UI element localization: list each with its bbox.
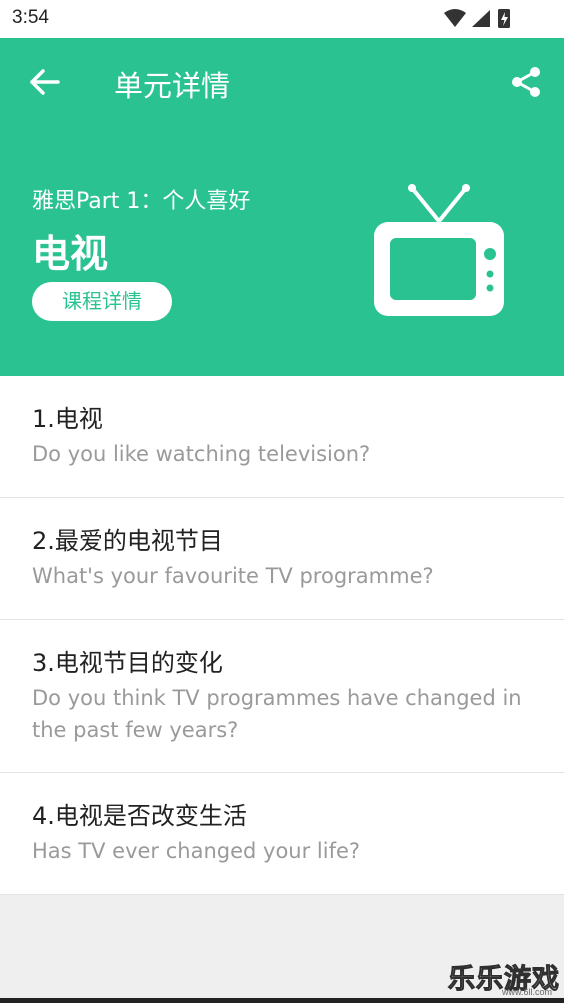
signal-icon bbox=[472, 10, 490, 27]
list-item-title: 3.电视节目的变化 bbox=[32, 649, 223, 677]
list-item-subtitle: Do you think TV programmes have changed … bbox=[32, 686, 522, 742]
list-item-subtitle: Do you like watching television? bbox=[32, 442, 371, 466]
question-list: 1.电视 Do you like watching television? 2.… bbox=[0, 376, 564, 895]
unit-title: 电视 bbox=[32, 232, 109, 276]
list-item-title: 2.最爱的电视节目 bbox=[32, 527, 223, 555]
list-item[interactable]: 1.电视 Do you like watching television? bbox=[0, 376, 564, 498]
share-icon[interactable] bbox=[508, 64, 544, 100]
watermark: 乐乐游戏 www.6ll.com bbox=[442, 957, 560, 998]
unit-subtitle: 雅思Part 1：个人喜好 bbox=[32, 189, 251, 214]
course-details-button[interactable]: 课程详情 bbox=[32, 282, 172, 321]
status-icons bbox=[444, 9, 510, 28]
list-item[interactable]: 4.电视是否改变生活 Has TV ever changed your life… bbox=[0, 773, 564, 895]
navigation-bar bbox=[0, 998, 564, 1003]
list-item-subtitle: Has TV ever changed your life? bbox=[32, 839, 361, 863]
status-time: 3:54 bbox=[12, 7, 49, 28]
list-item[interactable]: 2.最爱的电视节目 What's your favourite TV progr… bbox=[0, 498, 564, 620]
tv-icon bbox=[374, 184, 504, 316]
list-item-subtitle: What's your favourite TV programme? bbox=[32, 564, 434, 588]
header: 单元详情 雅思Part 1：个人喜好 电视 课程详情 bbox=[0, 38, 564, 376]
status-bar: 3:54 bbox=[0, 0, 564, 38]
wifi-icon bbox=[444, 9, 466, 27]
list-item-title: 1.电视 bbox=[32, 405, 103, 433]
list-item-title: 4.电视是否改变生活 bbox=[32, 802, 247, 830]
page-title: 单元详情 bbox=[114, 69, 231, 103]
back-arrow-icon[interactable] bbox=[24, 62, 64, 102]
watermark-url: www.6ll.com bbox=[501, 987, 552, 997]
list-item[interactable]: 3.电视节目的变化 Do you think TV programmes hav… bbox=[0, 620, 564, 773]
